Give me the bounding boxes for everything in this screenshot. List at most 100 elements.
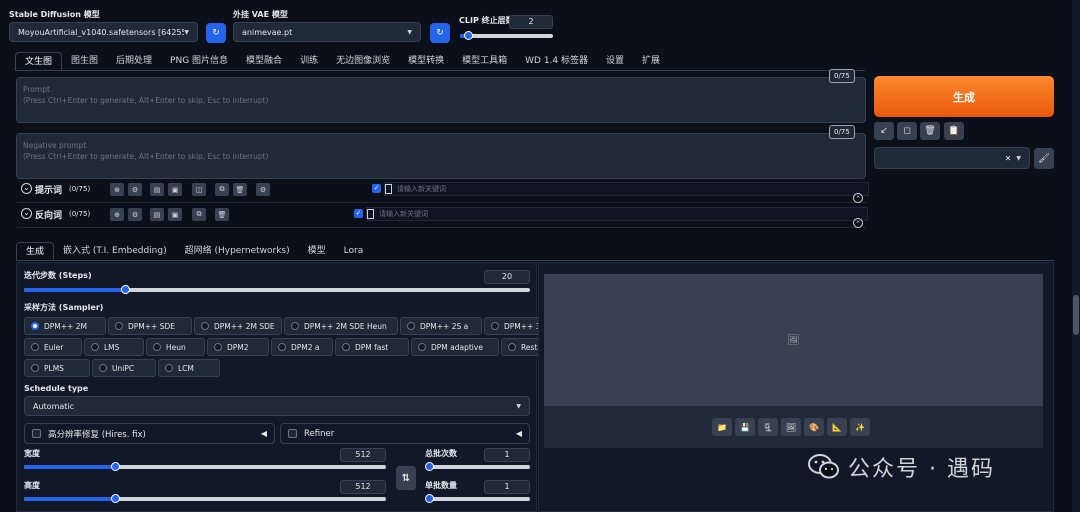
main-tab[interactable]: 后期处理 [107, 52, 161, 70]
zip-button[interactable]: 🗜 [758, 418, 778, 436]
main-tab[interactable]: 扩展 [633, 52, 669, 70]
sampler-option[interactable]: DPM++ SDE [108, 317, 192, 335]
width-slider[interactable] [24, 462, 386, 471]
clip-slider[interactable] [460, 31, 553, 40]
trash-button[interactable]: 🗑 [233, 183, 247, 196]
sampler-option[interactable]: DPM fast [335, 338, 409, 356]
width-number-input[interactable]: 512 [340, 448, 386, 462]
main-tab[interactable]: 无边图像浏览 [327, 52, 399, 70]
main-tab[interactable]: 设置 [597, 52, 633, 70]
sub-tab[interactable]: 模型 [299, 242, 335, 260]
height-slider-knob[interactable] [110, 494, 120, 503]
sampler-option[interactable]: LMS [84, 338, 144, 356]
steps-number-input[interactable]: 20 [484, 270, 530, 284]
sampler-option[interactable]: DPM++ 2M [24, 317, 106, 335]
sampler-option[interactable]: PLMS [24, 359, 90, 377]
read-params-button[interactable]: ↙ [874, 122, 894, 140]
note-button[interactable]: ▤ [150, 183, 164, 196]
tag-row-checkbox[interactable]: ✓ [372, 184, 381, 193]
schedule-select[interactable]: Automatic ▼ [24, 396, 530, 416]
expand-circle-icon[interactable]: ⌄ [21, 208, 32, 219]
sampler-option[interactable]: DPM++ 2M SDE [194, 317, 282, 335]
sampler-option[interactable]: LCM [158, 359, 220, 377]
negative-prompt-textarea[interactable]: Negative prompt (Press Ctrl+Enter to gen… [16, 133, 866, 179]
clear-x-icon[interactable]: ✕ [1005, 154, 1012, 163]
collapse-up-icon[interactable]: ⌃ [853, 218, 863, 228]
edit-styles-button[interactable]: 🖌 [1034, 148, 1054, 169]
bookmark-button[interactable]: ▣ [168, 208, 182, 221]
copy-button[interactable]: ⧉ [215, 183, 229, 196]
refresh-vae-button[interactable]: ↻ [430, 23, 450, 43]
sampler-option[interactable]: DPM++ 2M SDE Heun [284, 317, 398, 335]
globe-button[interactable]: ⊕ [110, 208, 124, 221]
expand-circle-icon[interactable]: ⌄ [21, 183, 32, 194]
batch-count-slider-knob[interactable] [425, 462, 434, 471]
globe-button[interactable]: ⊕ [110, 183, 124, 196]
sub-tab[interactable]: 嵌入式 (T.I. Embedding) [54, 242, 176, 260]
refiner-checkbox[interactable] [288, 429, 297, 438]
steps-slider[interactable] [24, 285, 530, 294]
tag-row-checkbox[interactable]: ✓ [354, 209, 363, 218]
folder-button[interactable]: 📁 [712, 418, 732, 436]
sampler-option[interactable]: Heun [146, 338, 205, 356]
clip-slider-knob[interactable] [463, 31, 473, 40]
clipboard-button[interactable]: 📋 [944, 122, 964, 140]
split-button[interactable]: ◫ [192, 183, 206, 196]
scrollbar[interactable] [1072, 0, 1080, 512]
height-number-input[interactable]: 512 [340, 480, 386, 494]
model-select[interactable]: MoyouArtificial_v1040.safetensors [64255… [9, 22, 198, 42]
sub-tab[interactable]: Lora [335, 242, 373, 260]
batch-size-slider[interactable] [425, 494, 530, 503]
image-button[interactable]: 🖼 [781, 418, 801, 436]
keyword-input[interactable]: 请输入新关键词 [366, 207, 868, 221]
sampler-option[interactable]: Euler [24, 338, 82, 356]
main-tab[interactable]: 模型融合 [237, 52, 291, 70]
gear-button[interactable]: ⚙ [128, 183, 142, 196]
note-button[interactable]: ▤ [150, 208, 164, 221]
copy-button[interactable]: ⧉ [192, 208, 206, 221]
height-slider[interactable] [24, 494, 386, 503]
trash-button[interactable]: 🗑 [215, 208, 229, 221]
clip-number-input[interactable]: 2 [509, 15, 553, 29]
save-button[interactable]: 💾 [735, 418, 755, 436]
hires-checkbox[interactable] [32, 429, 41, 438]
styles-select[interactable]: ✕ ▼ [874, 147, 1030, 169]
batch-size-input[interactable]: 1 [484, 480, 530, 494]
main-tab[interactable]: 训练 [291, 52, 327, 70]
prompt-textarea[interactable]: Prompt (Press Ctrl+Enter to generate, Al… [16, 77, 866, 123]
sampler-option[interactable]: DPM2 [207, 338, 269, 356]
main-tab[interactable]: 文生图 [15, 52, 63, 70]
palette-button[interactable]: 🎨 [804, 418, 824, 436]
main-tab[interactable]: 图生图 [62, 52, 107, 70]
gear-button[interactable]: ⚙ [128, 208, 142, 221]
sub-tab[interactable]: 超网络 (Hypernetworks) [176, 242, 299, 260]
collapse-up-icon[interactable]: ⌃ [853, 193, 863, 203]
sparkle-button[interactable]: ✨ [850, 418, 870, 436]
sampler-option[interactable]: UniPC [92, 359, 156, 377]
sampler-option[interactable]: DPM adaptive [411, 338, 499, 356]
hires-fix-accordion[interactable]: 高分辨率修复 (Hires. fix) ◀ [24, 423, 275, 444]
scrollbar-thumb[interactable] [1073, 295, 1079, 335]
bookmark-button[interactable]: ▣ [168, 183, 182, 196]
trash-button[interactable]: 🗑 [920, 122, 940, 140]
clear-prompt-button[interactable]: ◻ [897, 122, 917, 140]
batch-count-input[interactable]: 1 [484, 448, 530, 462]
sub-tab[interactable]: 生成 [16, 242, 55, 260]
refiner-accordion[interactable]: Refiner ◀ [280, 423, 530, 444]
width-slider-knob[interactable] [110, 462, 120, 471]
swap-dimensions-button[interactable]: ⇅ [396, 466, 416, 490]
main-tab[interactable]: 模型转换 [399, 52, 453, 70]
batch-size-slider-knob[interactable] [425, 494, 434, 503]
gear-button[interactable]: ⚙ [256, 183, 270, 196]
main-tab[interactable]: WD 1.4 标签器 [516, 52, 597, 70]
batch-count-slider[interactable] [425, 462, 530, 471]
main-tab[interactable]: PNG 图片信息 [161, 52, 237, 70]
keyword-input[interactable]: 请输入新关键词 [384, 182, 869, 196]
vae-select[interactable]: animevae.pt ▼ [233, 22, 421, 42]
refresh-model-button[interactable]: ↻ [206, 23, 226, 43]
main-tab[interactable]: 模型工具箱 [453, 52, 516, 70]
generate-button[interactable]: 生成 [874, 76, 1054, 117]
sampler-option[interactable]: DPM2 a [271, 338, 333, 356]
sampler-option[interactable]: DPM++ 2S a [400, 317, 482, 335]
ruler-button[interactable]: 📐 [827, 418, 847, 436]
